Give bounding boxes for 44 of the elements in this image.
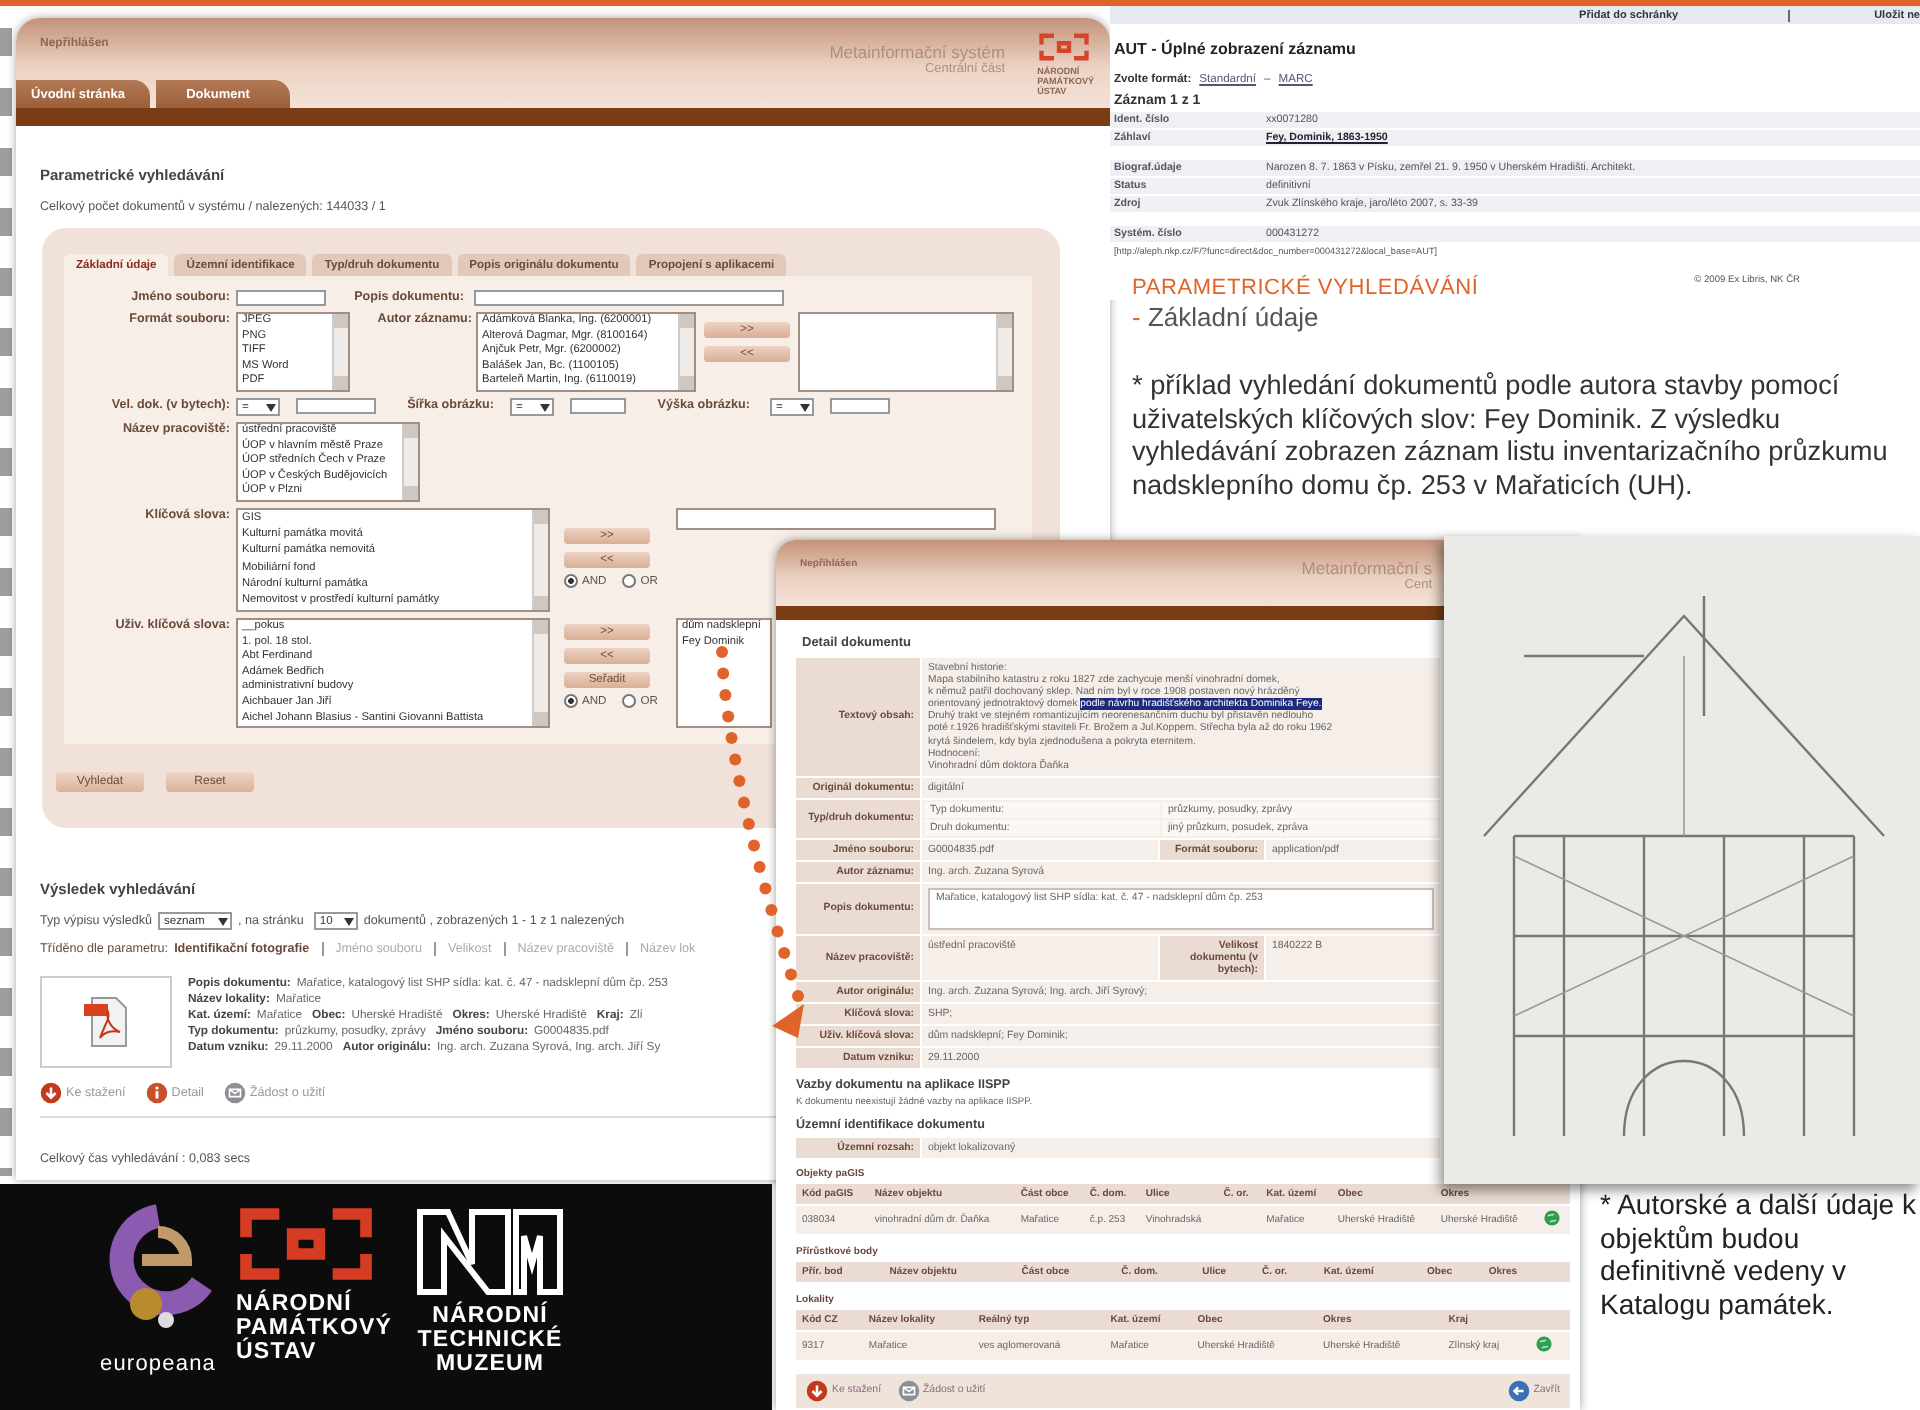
- scrollbar[interactable]: [532, 620, 548, 726]
- system-title: Metainformační s: [1301, 558, 1432, 578]
- radio-button[interactable]: [564, 694, 578, 708]
- scrollbar[interactable]: [996, 314, 1012, 390]
- npu-logo-icon: [1037, 32, 1090, 62]
- logo-text: NÁRODNÍ TECHNICKÉ MUZEUM: [417, 1304, 563, 1376]
- caret-icon: [540, 403, 550, 411]
- text-field[interactable]: [296, 398, 376, 414]
- download-icon: [40, 1082, 62, 1104]
- npu-logo-icon: [236, 1204, 377, 1284]
- pdf-file-icon: [82, 994, 130, 1050]
- text-field[interactable]: [830, 398, 890, 414]
- slide-heading: PARAMETRICKÉ VYHLEDÁVÁNÍ: [1132, 276, 1479, 300]
- footnote-text: * Autorské a další údaje k objektům budou definitivně vedeny v Katalogu památek.: [1600, 1188, 1916, 1320]
- list-box[interactable]: [798, 312, 1014, 392]
- logo-text: europeana: [100, 1352, 217, 1376]
- scrollbar[interactable]: [332, 314, 348, 390]
- radio-button[interactable]: [564, 574, 578, 588]
- record-title: AUT - Úplné zobrazení záznamu: [1114, 40, 1358, 58]
- scrollbar[interactable]: [532, 510, 548, 610]
- envelope-icon: [897, 1379, 920, 1402]
- text-field[interactable]: [236, 290, 326, 306]
- caret-icon: [266, 403, 276, 411]
- envelope-icon: [223, 1082, 246, 1104]
- slide-subheading: - Základní údaje: [1132, 302, 1321, 332]
- radio-button[interactable]: [622, 694, 637, 708]
- scrollbar[interactable]: [678, 314, 694, 390]
- arrow-circle-icon: [1507, 1379, 1530, 1402]
- text-field[interactable]: [570, 398, 626, 414]
- list-box[interactable]: [675, 508, 996, 530]
- caret-icon: [343, 917, 354, 925]
- info-icon: [145, 1082, 168, 1104]
- scrollbar[interactable]: [402, 424, 418, 500]
- globe-icon: [1536, 1335, 1553, 1352]
- caret-icon: [800, 403, 810, 411]
- radio-button[interactable]: [622, 574, 637, 588]
- system-title: Metainformační systém: [829, 42, 1006, 62]
- caret-icon: [218, 917, 228, 925]
- download-icon: [806, 1379, 828, 1402]
- globe-icon: [1543, 1209, 1560, 1226]
- text-field[interactable]: [474, 290, 784, 306]
- ntm-logo-icon: [412, 1204, 569, 1296]
- logo-text: NÁRODNÍ PAMÁTKOVÝ ÚSTAV: [236, 1292, 393, 1364]
- slide-note: * příklad vyhledání dokumentů podle autora stavby pomocí uživatelských klíčových slov: Fey Dominik. Z výsledku vyhledávání zobrazen záznam listu inventarizačního průzkumu nadsklepního domu čp. 253 v Mařaticích (UH).: [1132, 370, 1890, 502]
